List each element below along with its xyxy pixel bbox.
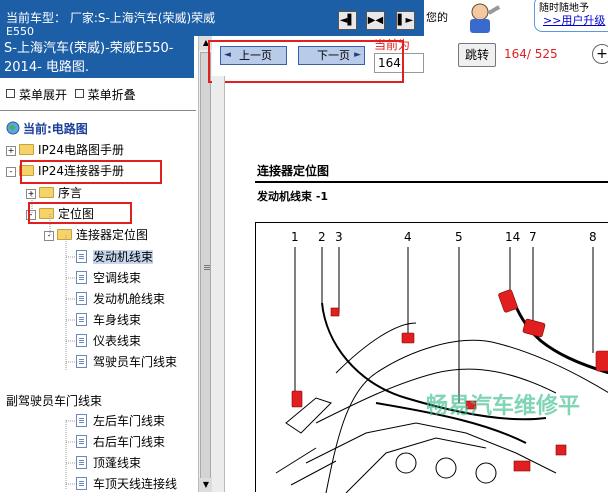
highlight-page-nav xyxy=(208,40,404,83)
scroll-thumb[interactable] xyxy=(200,52,211,480)
grip-icon xyxy=(204,265,210,266)
document-viewer: ◄上一页 下一页► 当前为 跳转 164/ 525 + 连接器定位图 发动机线束… xyxy=(208,36,608,493)
document-title: 连接器定位图 xyxy=(257,164,330,178)
mechanic-mascot-icon xyxy=(470,3,501,33)
watermark-text: 畅易汽车维修平 xyxy=(426,394,581,419)
user-area: 您的 随时随地予 >>用户升级 xyxy=(424,0,608,36)
menu-collapse[interactable]: 菜单折叠 xyxy=(74,88,136,102)
fit-page-icon[interactable]: ▶◀ xyxy=(366,11,385,30)
expand-square-icon xyxy=(6,89,15,98)
first-page-icon[interactable]: ◄▌ xyxy=(338,11,357,30)
highlight-connector-manual xyxy=(20,160,162,184)
zoom-in-icon[interactable]: + xyxy=(592,44,608,64)
collapse-square-icon xyxy=(74,89,84,98)
page-left-gutter xyxy=(212,76,225,492)
car-type-label-line2: E550 xyxy=(6,25,34,36)
jump-button[interactable]: 跳转 xyxy=(458,43,496,67)
engine-drawing xyxy=(275,247,608,493)
document-subtitle: 发动机线束 -1 xyxy=(257,190,329,203)
menu-expand[interactable]: 菜单展开 xyxy=(6,88,67,102)
highlight-location-map xyxy=(28,202,132,224)
sidebar-title: S-上海汽车(荣威)-荣威E550-2014- 电路图. xyxy=(0,36,194,78)
menu-controls: 菜单展开 菜单折叠 xyxy=(6,86,136,103)
page-count: 164/ 525 xyxy=(504,47,558,61)
title-rule xyxy=(255,181,608,183)
upgrade-bubble: 随时随地予 >>用户升级 xyxy=(534,0,608,32)
divider xyxy=(0,110,196,111)
last-page-icon[interactable]: ▌► xyxy=(396,11,415,30)
car-type-label: 当前车型： 厂家:S-上海汽车(荣威)荣威 xyxy=(6,11,216,25)
welcome-text: 您的 xyxy=(426,11,448,24)
scroll-down-arrow-icon[interactable]: ▼ xyxy=(199,478,213,492)
top-bar: 当前车型： 厂家:S-上海汽车(荣威)荣威 E550 ◄▌ ▶◀ ▌► 您的 随… xyxy=(0,0,608,36)
engine-harness-diagram: 1 2 3 4 5 14 7 8 xyxy=(255,222,608,493)
sidebar: S-上海汽车(荣威)-荣威E550-2014- 电路图. 菜单展开 菜单折叠 当… xyxy=(0,36,196,492)
sidebar-scrollbar[interactable]: ▲ ▼ xyxy=(198,36,213,492)
upgrade-link[interactable]: >>用户升级 xyxy=(543,12,605,28)
